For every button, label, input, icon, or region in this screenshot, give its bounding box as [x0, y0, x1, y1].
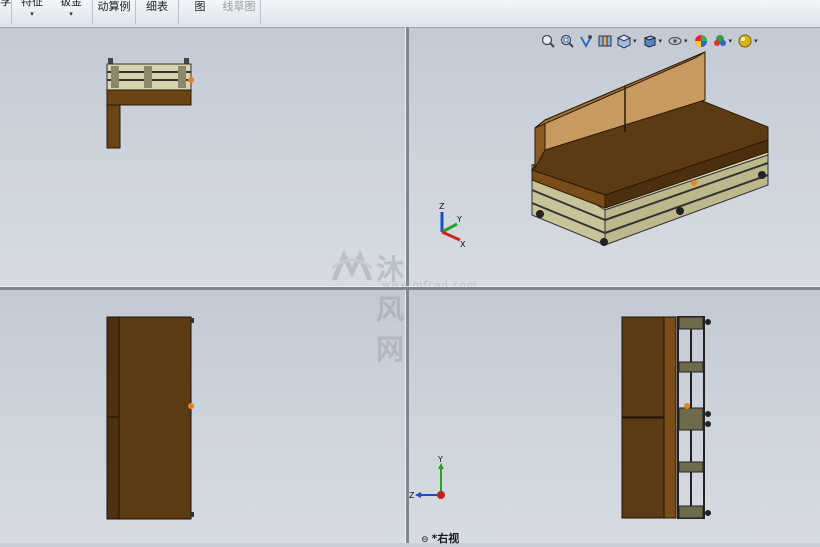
- viewport-splitter-horizontal[interactable]: [0, 286, 820, 290]
- section-view-icon[interactable]: [597, 33, 613, 49]
- caster: [600, 238, 608, 246]
- caster: [190, 318, 194, 323]
- pallet-block: [111, 66, 119, 88]
- edit-appearance-icon[interactable]: [693, 33, 709, 49]
- exploded-view-button[interactable]: 图: [188, 0, 212, 27]
- backrest-top-view: [106, 104, 121, 149]
- orientation-triad: Z Y X: [439, 202, 466, 249]
- sofa-front-view: [106, 316, 192, 520]
- backrest-panel: [621, 417, 665, 519]
- seat-top-view: [106, 89, 192, 106]
- ribbon-separator: [92, 0, 93, 24]
- caster: [184, 58, 189, 64]
- right-view-drawing: Y Z: [409, 316, 711, 519]
- explode-line-sketch-button[interactable]: 线草图: [220, 0, 258, 27]
- caster: [705, 319, 711, 325]
- ribbon-button-partial[interactable]: 孚: [0, 0, 11, 27]
- origin-marker: [691, 180, 697, 186]
- caster: [536, 210, 544, 218]
- triad-z-label: Z: [439, 202, 445, 211]
- sheet-metal-label: 钣金: [60, 0, 82, 8]
- top-view-drawing: [106, 58, 194, 149]
- pallet-block: [178, 66, 186, 88]
- front-view-drawing: [106, 316, 194, 520]
- pallet-block: [678, 316, 704, 330]
- chevron-down-icon[interactable]: ▾: [659, 37, 663, 45]
- heads-up-view-toolbar: ▾ ▾ ▾ ▾ ▾: [540, 32, 760, 50]
- ribbon-separator: [178, 0, 179, 24]
- viewport-bottom-right[interactable]: Y Z: [409, 290, 820, 543]
- orientation-triad: Y Z: [409, 455, 445, 500]
- caster: [108, 58, 113, 64]
- view-name-label: ⊖ *右视: [421, 530, 459, 546]
- motion-study-label: 动算例: [97, 0, 131, 13]
- caster: [758, 171, 766, 179]
- apply-scene-icon[interactable]: [712, 33, 728, 49]
- sheet-metal-button[interactable]: 钣金 ▾: [56, 0, 86, 27]
- origin-marker: [188, 77, 194, 83]
- backrest-panel: [621, 316, 665, 418]
- triad-x-label: X: [460, 240, 466, 249]
- view-link-icon: ⊖: [421, 535, 429, 545]
- command-manager-ribbon: 孚 特征 ▾ 钣金 ▾ 动算例 细表 图 线草图: [0, 0, 820, 28]
- viewport-bottom-left[interactable]: [0, 290, 405, 543]
- chevron-down-icon[interactable]: ▾: [729, 37, 733, 45]
- caster: [705, 510, 711, 516]
- ribbon-separator: [260, 0, 261, 24]
- ribbon-separator: [135, 0, 136, 24]
- pallet-block: [144, 66, 152, 88]
- chevron-down-icon: ▾: [30, 10, 34, 18]
- caster: [190, 512, 194, 517]
- origin-marker: [188, 403, 194, 409]
- chevron-down-icon[interactable]: ▾: [633, 37, 637, 45]
- triad-y-label: Y: [437, 455, 443, 464]
- caster: [705, 421, 711, 427]
- viewport-top-left[interactable]: [0, 28, 405, 286]
- bom-button[interactable]: 细表: [143, 0, 171, 27]
- exploded-view-label: 图: [194, 0, 206, 13]
- zoom-to-fit-icon[interactable]: [540, 33, 556, 49]
- origin-marker: [684, 403, 690, 409]
- hide-show-items-icon[interactable]: [667, 33, 683, 49]
- triad-z-label: Z: [409, 491, 415, 500]
- features-button[interactable]: 特征 ▾: [16, 0, 48, 27]
- display-style-icon[interactable]: [642, 33, 658, 49]
- backrest-front-view: [106, 316, 120, 520]
- pallet-block: [678, 361, 704, 373]
- bom-label: 细表: [146, 0, 168, 13]
- chevron-down-icon[interactable]: ▾: [684, 37, 688, 45]
- triad-y-label: Y: [456, 215, 462, 224]
- view-settings-icon[interactable]: [737, 33, 753, 49]
- chevron-down-icon: ▾: [69, 10, 73, 18]
- pallet-block: [678, 461, 704, 473]
- view-orientation-icon[interactable]: [616, 33, 632, 49]
- chevron-down-icon[interactable]: ▾: [754, 37, 758, 45]
- ribbon-separator: [11, 0, 12, 24]
- explode-line-sketch-label: 线草图: [222, 0, 256, 13]
- features-label: 特征: [21, 0, 43, 8]
- ribbon-button-label: 孚: [0, 0, 11, 8]
- isometric-view-drawing: Z Y X: [439, 51, 769, 249]
- previous-view-icon[interactable]: [578, 33, 594, 49]
- motion-study-button[interactable]: 动算例: [96, 0, 132, 27]
- view-name-text: *右视: [431, 532, 460, 545]
- viewport-top-right[interactable]: Z Y X: [409, 28, 820, 286]
- caster: [705, 411, 711, 417]
- pallet-block: [678, 407, 704, 431]
- zoom-to-area-icon[interactable]: [559, 33, 575, 49]
- viewport-splitter-vertical[interactable]: [405, 27, 409, 543]
- pallet-block: [678, 505, 704, 519]
- seat-edge: [663, 316, 677, 519]
- caster: [676, 207, 684, 215]
